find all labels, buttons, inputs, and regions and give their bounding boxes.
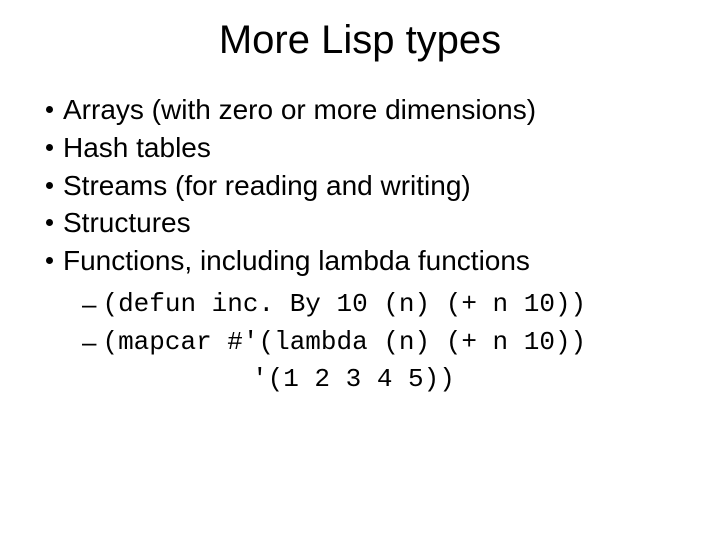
bullet-dot-icon	[46, 219, 53, 226]
bullet-item: Functions, including lambda functions	[46, 242, 680, 280]
bullet-dot-icon	[46, 106, 53, 113]
bullet-list: Arrays (with zero or more dimensions) Ha…	[46, 91, 680, 280]
bullet-text: Arrays (with zero or more dimensions)	[63, 91, 536, 129]
sub-bullet-item: – (mapcar #'(lambda (n) (+ n 10))	[82, 324, 680, 362]
dash-icon: –	[82, 324, 96, 362]
dash-icon: –	[82, 286, 96, 324]
bullet-text: Functions, including lambda functions	[63, 242, 530, 280]
sub-bullet-list: – (defun inc. By 10 (n) (+ n 10)) – (map…	[82, 286, 680, 399]
bullet-text: Hash tables	[63, 129, 211, 167]
slide: More Lisp types Arrays (with zero or mor…	[0, 0, 720, 540]
bullet-item: Arrays (with zero or more dimensions)	[46, 91, 680, 129]
bullet-dot-icon	[46, 182, 53, 189]
code-text: '(1 2 3 4 5))	[252, 361, 455, 399]
bullet-dot-icon	[46, 144, 53, 151]
bullet-dot-icon	[46, 257, 53, 264]
slide-title: More Lisp types	[40, 18, 680, 63]
bullet-text: Streams (for reading and writing)	[63, 167, 471, 205]
bullet-item: Hash tables	[46, 129, 680, 167]
sub-bullet-item: – (defun inc. By 10 (n) (+ n 10))	[82, 286, 680, 324]
bullet-item: Structures	[46, 204, 680, 242]
code-text: (defun inc. By 10 (n) (+ n 10))	[102, 286, 586, 324]
bullet-text: Structures	[63, 204, 191, 242]
sub-bullet-continuation: '(1 2 3 4 5))	[82, 361, 680, 399]
bullet-item: Streams (for reading and writing)	[46, 167, 680, 205]
code-text: (mapcar #'(lambda (n) (+ n 10))	[102, 324, 586, 362]
